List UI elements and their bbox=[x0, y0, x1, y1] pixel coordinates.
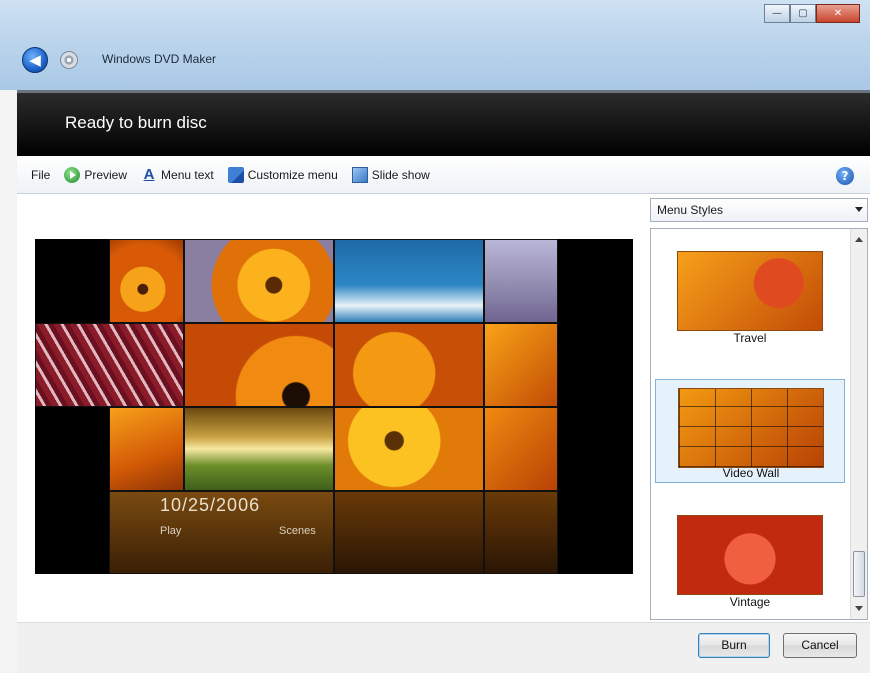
menu-styles-panel: Menu Styles Travel Video Wall Vintage bbox=[650, 198, 870, 622]
wall-tile bbox=[484, 239, 558, 323]
scroll-thumb[interactable] bbox=[853, 551, 865, 597]
footer-bar: Burn Cancel bbox=[17, 622, 870, 673]
menu-styles-list: Travel Video Wall Vintage bbox=[650, 228, 868, 620]
menu-date-title: 10/25/2006 bbox=[160, 495, 261, 515]
style-thumbnail bbox=[678, 388, 824, 468]
toolbar: File Preview A Menu text Customize menu … bbox=[17, 156, 870, 194]
wall-tile bbox=[184, 407, 334, 491]
wall-tile bbox=[334, 323, 484, 407]
style-item-vintage[interactable]: Vintage bbox=[655, 507, 845, 611]
help-icon[interactable]: ? bbox=[836, 167, 854, 185]
preview-button[interactable]: Preview bbox=[64, 166, 128, 183]
wall-tile bbox=[109, 239, 184, 323]
wall-tile bbox=[184, 239, 334, 323]
back-arrow-icon[interactable]: ◀ bbox=[22, 47, 48, 73]
wall-tile bbox=[334, 491, 484, 574]
burn-button[interactable]: Burn bbox=[698, 633, 770, 658]
style-item-travel[interactable]: Travel bbox=[655, 243, 845, 347]
menu-styles-dropdown[interactable]: Menu Styles bbox=[650, 198, 868, 222]
slide-show-button[interactable]: Slide show bbox=[351, 166, 430, 183]
header-band: Ready to burn disc bbox=[17, 90, 870, 156]
customize-menu-label: Customize menu bbox=[247, 167, 338, 182]
style-label: Video Wall bbox=[722, 466, 780, 480]
wall-tile bbox=[334, 407, 484, 491]
wall-tile bbox=[484, 407, 558, 491]
customize-icon bbox=[227, 166, 244, 183]
wall-tile bbox=[334, 239, 484, 323]
cancel-button[interactable]: Cancel bbox=[783, 633, 857, 658]
wall-tile bbox=[35, 323, 184, 407]
file-menu-label: File bbox=[31, 167, 51, 182]
dvd-maker-window: ◀ Windows DVD Maker — ▢ ✕ Ready to burn … bbox=[0, 0, 870, 673]
dropdown-arrow-icon bbox=[855, 207, 863, 212]
wall-tile bbox=[484, 323, 558, 407]
minimize-button[interactable]: — bbox=[764, 4, 790, 23]
customize-menu-button[interactable]: Customize menu bbox=[227, 166, 338, 183]
wall-tile bbox=[184, 323, 334, 407]
text-a-icon: A bbox=[143, 165, 155, 183]
wall-tile bbox=[484, 491, 558, 574]
dvd-menu-preview[interactable]: 10/25/2006 Play Scenes bbox=[35, 239, 633, 574]
menu-scenes-link[interactable]: Scenes bbox=[279, 525, 316, 537]
wall-tile bbox=[109, 407, 184, 491]
preview-area: 10/25/2006 Play Scenes bbox=[17, 194, 647, 622]
slide-show-label: Slide show bbox=[371, 167, 430, 182]
page-title: Ready to burn disc bbox=[65, 113, 207, 132]
style-thumbnail bbox=[677, 515, 823, 595]
scroll-down-icon[interactable] bbox=[855, 606, 863, 611]
play-icon bbox=[64, 166, 81, 183]
menu-text-button[interactable]: A Menu text bbox=[141, 165, 214, 183]
file-menu[interactable]: File bbox=[31, 168, 50, 182]
title-bar: ◀ Windows DVD Maker — ▢ ✕ bbox=[0, 0, 870, 90]
menu-styles-value: Menu Styles bbox=[657, 203, 724, 217]
menu-play-link[interactable]: Play bbox=[160, 525, 181, 537]
scroll-up-icon[interactable] bbox=[855, 237, 863, 242]
style-label: Vintage bbox=[729, 595, 771, 609]
style-label: Travel bbox=[733, 331, 767, 345]
slide-show-icon bbox=[351, 166, 368, 183]
main-content: 10/25/2006 Play Scenes Menu Styles Trave… bbox=[17, 194, 870, 622]
styles-scrollbar[interactable] bbox=[850, 229, 867, 619]
style-item-video-wall[interactable]: Video Wall bbox=[655, 379, 845, 483]
window-title: Windows DVD Maker bbox=[102, 52, 217, 66]
maximize-button[interactable]: ▢ bbox=[790, 4, 816, 23]
dvd-disc-icon bbox=[60, 51, 78, 69]
menu-text-label: Menu text bbox=[161, 167, 214, 182]
preview-label: Preview bbox=[84, 167, 128, 182]
style-thumbnail bbox=[677, 251, 823, 331]
close-button[interactable]: ✕ bbox=[816, 4, 860, 23]
caption-buttons: — ▢ ✕ bbox=[764, 4, 860, 24]
